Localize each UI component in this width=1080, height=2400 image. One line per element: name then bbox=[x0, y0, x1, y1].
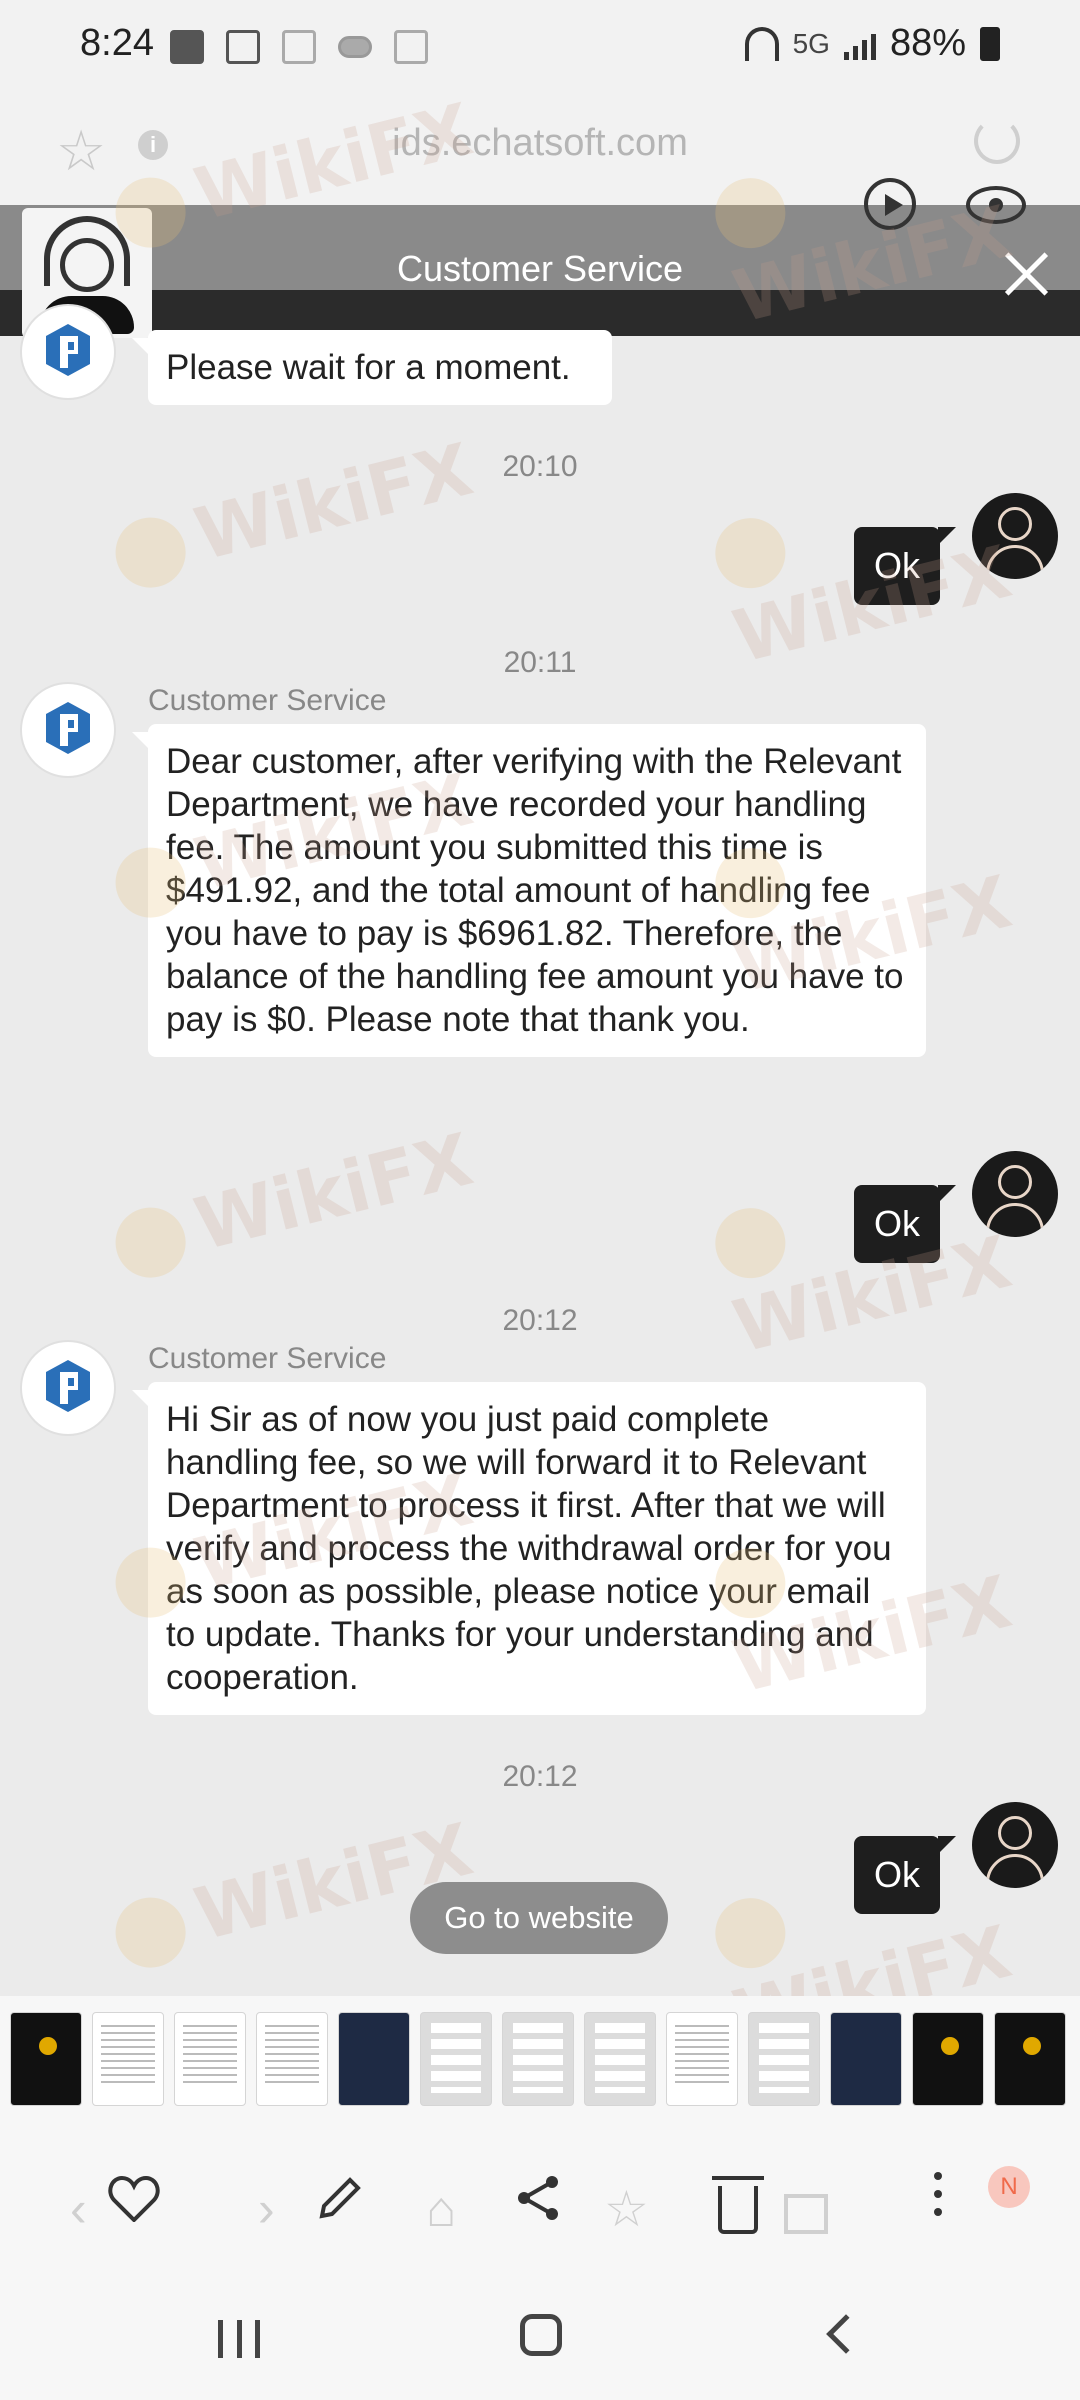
thumbnail[interactable] bbox=[338, 2012, 410, 2106]
message-bubble-own: Ok bbox=[854, 1185, 957, 1263]
browser-address-bar: ☆ i ids.echatsoft.com bbox=[0, 100, 1080, 205]
message-bubble-own: Ok bbox=[854, 527, 957, 605]
signal-icon bbox=[843, 28, 876, 60]
cs-avatar bbox=[22, 306, 114, 398]
thumbnail[interactable] bbox=[256, 2012, 328, 2106]
chat-messages: Please wait for a moment. 20:10 Ok 20:11… bbox=[0, 306, 1080, 1996]
wifi-icon bbox=[744, 26, 779, 61]
share-icon[interactable] bbox=[512, 2172, 564, 2224]
system-nav-bar bbox=[0, 2280, 1080, 2400]
cs-logo-icon bbox=[46, 702, 90, 754]
image-icon bbox=[282, 30, 316, 64]
cs-logo-icon bbox=[46, 324, 90, 376]
cs-avatar bbox=[22, 684, 114, 776]
status-indicators: 5G 88% bbox=[744, 22, 1000, 65]
heart-icon[interactable] bbox=[108, 2176, 160, 2222]
cloud-icon bbox=[338, 36, 372, 58]
thumbnail[interactable] bbox=[666, 2012, 738, 2106]
back-icon[interactable] bbox=[826, 2314, 866, 2354]
thumbnail[interactable] bbox=[912, 2012, 984, 2106]
bookmarks-icon: ☆ bbox=[604, 2181, 649, 2237]
bottom-toolbar: ‹ › ⌂ ☆ N bbox=[0, 2120, 1080, 2280]
url-text[interactable]: ids.echatsoft.com bbox=[0, 122, 1080, 165]
thumbnail[interactable] bbox=[830, 2012, 902, 2106]
thumbnail-strip bbox=[0, 1996, 1080, 2120]
thumbnail[interactable] bbox=[502, 2012, 574, 2106]
notification-badge: N bbox=[988, 2166, 1030, 2208]
gallery-icon bbox=[170, 30, 204, 64]
message-timestamp: 20:11 bbox=[503, 646, 577, 679]
thumbnail[interactable] bbox=[748, 2012, 820, 2106]
message-bubble-own: Ok bbox=[854, 1836, 957, 1914]
trash-icon[interactable] bbox=[712, 2176, 764, 2234]
network-label: 5G bbox=[792, 27, 830, 59]
back-nav-icon: ‹ bbox=[70, 2181, 87, 2237]
tabs-icon bbox=[784, 2194, 828, 2234]
sender-name: Customer Service bbox=[148, 684, 387, 717]
recent-apps-icon[interactable] bbox=[218, 2320, 260, 2358]
thumbnail[interactable] bbox=[994, 2012, 1066, 2106]
thumbnail[interactable] bbox=[420, 2012, 492, 2106]
message-bubble: Hi Sir as of now you just paid complete … bbox=[132, 1382, 926, 1715]
status-time: 8:24 bbox=[80, 22, 154, 64]
go-to-website-button[interactable]: Go to website bbox=[410, 1882, 668, 1954]
message-bubble: Dear customer, after verifying with the … bbox=[132, 724, 926, 1057]
motion-photo-icon[interactable] bbox=[864, 178, 916, 230]
message-timestamp: 20:10 bbox=[502, 450, 578, 483]
status-bar: 8:24 5G 88% bbox=[0, 0, 1080, 100]
eye-icon[interactable] bbox=[966, 186, 1026, 224]
message-timestamp: 20:12 bbox=[502, 1304, 578, 1337]
message-bubble: Please wait for a moment. bbox=[132, 330, 612, 405]
user-avatar bbox=[972, 1802, 1058, 1888]
notification-icons bbox=[170, 30, 428, 64]
thumbnail[interactable] bbox=[92, 2012, 164, 2106]
more-vert-icon[interactable] bbox=[934, 2172, 942, 2226]
home-nav-icon: ⌂ bbox=[426, 2181, 457, 2237]
cs-logo-icon bbox=[46, 1360, 90, 1412]
calendar-small-icon bbox=[394, 30, 428, 64]
calendar-icon bbox=[226, 30, 260, 64]
battery-percent: 88% bbox=[889, 22, 966, 64]
user-avatar bbox=[972, 493, 1058, 579]
forward-nav-icon: › bbox=[258, 2181, 275, 2237]
pencil-icon[interactable] bbox=[314, 2172, 366, 2224]
battery-icon bbox=[980, 26, 1000, 61]
chat-header-title: Customer Service bbox=[396, 248, 684, 289]
thumbnail[interactable] bbox=[584, 2012, 656, 2106]
thumbnail[interactable] bbox=[174, 2012, 246, 2106]
home-icon[interactable] bbox=[520, 2314, 562, 2356]
cs-avatar bbox=[22, 1342, 114, 1434]
reload-icon[interactable] bbox=[974, 118, 1020, 164]
close-icon[interactable] bbox=[998, 246, 1054, 302]
message-timestamp: 20:12 bbox=[502, 1760, 578, 1793]
user-avatar bbox=[972, 1151, 1058, 1237]
thumbnail[interactable] bbox=[10, 2012, 82, 2106]
sender-name: Customer Service bbox=[148, 1342, 387, 1375]
